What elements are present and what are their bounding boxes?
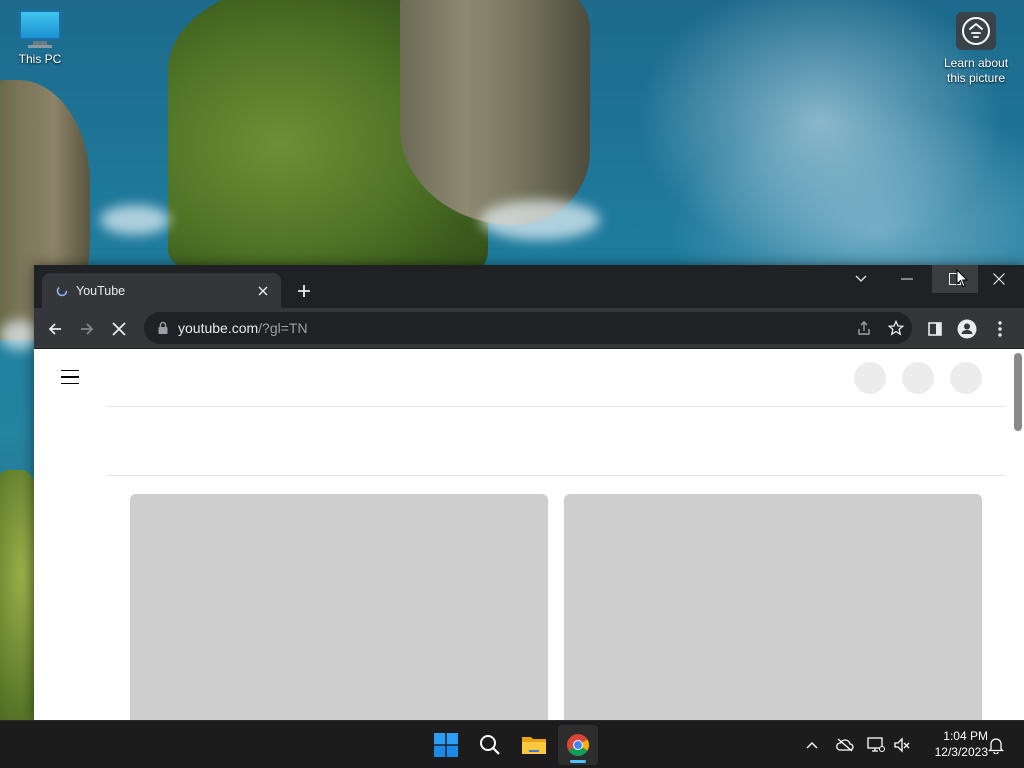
- desktop-icon-label: Learn about this picture: [943, 56, 1009, 85]
- cloud-offline-icon: [836, 738, 854, 752]
- camera-info-icon: [956, 12, 996, 50]
- show-hidden-icons-button[interactable]: [802, 735, 822, 755]
- browser-toolbar: youtube.com/?gl=TN: [34, 308, 1024, 349]
- desktop-icon-learn-about-picture[interactable]: Learn about this picture: [936, 12, 1016, 86]
- video-thumbnail-placeholder: [564, 494, 982, 720]
- header-placeholder-circle: [902, 362, 934, 394]
- bookmark-button[interactable]: [886, 318, 906, 338]
- chrome-icon: [567, 734, 589, 756]
- header-placeholder-circle: [950, 362, 982, 394]
- page-content: [34, 349, 1024, 720]
- hamburger-menu-button[interactable]: [56, 365, 84, 389]
- stop-icon: [112, 322, 126, 336]
- close-icon: [993, 273, 1005, 285]
- onedrive-button[interactable]: [835, 735, 855, 755]
- taskbar: 1:04 PM 12/3/2023: [0, 720, 1024, 768]
- file-explorer-button[interactable]: [514, 725, 554, 765]
- address-bar[interactable]: youtube.com/?gl=TN: [144, 312, 912, 344]
- profile-icon: [957, 319, 977, 339]
- browser-window: YouTube youtube.com /?gl=TN: [34, 265, 1024, 720]
- desktop-icon-this-pc[interactable]: This PC: [12, 10, 68, 67]
- taskbar-clock[interactable]: 1:04 PM 12/3/2023: [918, 728, 988, 760]
- arrow-left-icon: [48, 323, 61, 335]
- windows-logo-icon: [434, 733, 458, 757]
- header-placeholder-circle: [854, 362, 886, 394]
- lock-icon: [158, 321, 168, 334]
- wallpaper-foam: [100, 205, 170, 235]
- network-button[interactable]: [866, 735, 886, 755]
- share-icon: [858, 321, 870, 335]
- header-divider: [106, 406, 1006, 407]
- window-close-button[interactable]: [976, 265, 1022, 293]
- share-button[interactable]: [854, 318, 874, 338]
- arrow-right-icon: [81, 323, 94, 335]
- active-app-indicator: [570, 760, 586, 763]
- video-thumbnail-placeholder: [130, 494, 548, 720]
- tab-search-button[interactable]: [838, 265, 884, 293]
- mouse-cursor-icon: [956, 269, 968, 288]
- search-icon: [480, 735, 500, 755]
- network-icon: [867, 737, 885, 752]
- clock-time: 1:04 PM: [943, 729, 988, 743]
- search-button[interactable]: [470, 725, 510, 765]
- chips-divider: [106, 475, 1006, 476]
- tab-title: YouTube: [76, 283, 126, 298]
- plus-icon: [298, 285, 310, 297]
- back-button[interactable]: [42, 316, 68, 342]
- close-icon[interactable]: [253, 281, 273, 301]
- start-button[interactable]: [426, 725, 466, 765]
- side-panel-icon: [928, 322, 942, 336]
- folder-icon: [522, 737, 546, 754]
- minimize-icon: [901, 278, 913, 280]
- url-path: /?gl=TN: [258, 320, 308, 336]
- loading-favicon-icon: [56, 285, 68, 296]
- chevron-down-icon: [855, 275, 867, 282]
- tab-youtube[interactable]: YouTube: [42, 273, 281, 308]
- forward-button[interactable]: [74, 316, 100, 342]
- scrollbar-thumb[interactable]: [1014, 353, 1022, 431]
- desktop-icon-label: This PC: [18, 52, 62, 66]
- minimize-button[interactable]: [884, 265, 930, 293]
- notifications-button[interactable]: [986, 735, 1006, 755]
- profile-button[interactable]: [954, 316, 980, 342]
- volume-muted-icon: [894, 737, 910, 753]
- more-vertical-icon: [998, 321, 1002, 337]
- bell-icon: [988, 738, 1004, 754]
- stop-loading-button[interactable]: [106, 316, 132, 342]
- star-icon: [888, 320, 904, 336]
- chevron-up-icon: [806, 742, 818, 749]
- menu-button[interactable]: [987, 316, 1013, 342]
- volume-button[interactable]: [892, 735, 912, 755]
- new-tab-button[interactable]: [292, 279, 316, 303]
- computer-monitor-icon: [19, 10, 61, 40]
- url-host: youtube.com: [178, 320, 259, 336]
- clock-date: 12/3/2023: [934, 745, 988, 759]
- chrome-button[interactable]: [558, 725, 598, 765]
- browser-titlebar[interactable]: YouTube: [34, 265, 1024, 308]
- wallpaper-foam: [480, 200, 600, 240]
- maximize-button[interactable]: [932, 265, 978, 293]
- wallpaper-rock-cliff: [400, 0, 590, 225]
- side-panel-button[interactable]: [922, 316, 948, 342]
